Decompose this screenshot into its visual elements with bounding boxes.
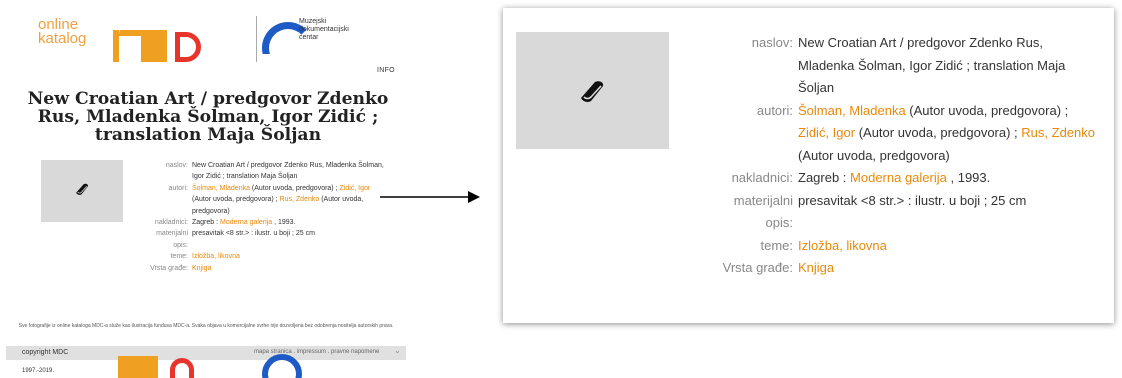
- copyright-note: Sve fotografije iz online kataloga MDC-a…: [18, 323, 394, 329]
- field-naslov: naslov: New Croatian Art / predgovor Zde…: [126, 160, 388, 183]
- field-label-line: opis:: [765, 215, 793, 230]
- field-vrsta-grade: Vrsta građe: Knjiga: [126, 263, 388, 274]
- field-label: teme:: [760, 237, 793, 253]
- footer-d-logo-graphic: [170, 358, 194, 378]
- field-label: nakladnici:: [731, 170, 793, 185]
- field-value: Knjiga: [192, 263, 388, 274]
- author-role: (Autor uvoda, predgovora) ;: [192, 196, 278, 204]
- author-link[interactable]: Rus, Zdenko: [1021, 125, 1095, 140]
- mdc-logo-line: centar: [299, 34, 319, 41]
- field-vrsta-grade: Vrsta građe: Knjiga: [699, 257, 1099, 280]
- book-icon: [577, 78, 607, 109]
- field-label-line: opis:: [173, 241, 188, 249]
- field-value: Izložba, likovna: [798, 235, 1099, 258]
- publisher-place: Zagreb :: [798, 170, 851, 185]
- footer-links[interactable]: mapa stranica . impressum . pravne napom…: [254, 349, 379, 355]
- field-value: Izložba, likovna: [192, 251, 388, 262]
- author-link[interactable]: Zidić, Igor: [340, 185, 371, 192]
- field-teme: teme: Izložba, likovna: [699, 235, 1099, 258]
- subject-link[interactable]: Izložba, likovna: [798, 238, 887, 253]
- field-label: teme:: [170, 253, 188, 261]
- field-autori: autori: Šolman, Mladenka (Autor uvoda, p…: [126, 183, 388, 217]
- online-katalog-logo[interactable]: online katalog: [38, 17, 87, 47]
- field-nakladnici: nakladnici: Zagreb : Moderna galerija , …: [126, 217, 388, 228]
- field-naslov: naslov: New Croatian Art / predgovor Zde…: [699, 32, 1099, 100]
- field-value: New Croatian Art / predgovor Zdenko Rus,…: [192, 162, 384, 181]
- publisher-year: , 1993.: [272, 219, 296, 227]
- cover-placeholder[interactable]: [516, 32, 669, 149]
- logo-text-line: katalog: [38, 30, 87, 47]
- record-details: naslov: New Croatian Art / predgovor Zde…: [699, 32, 1099, 280]
- record-title: New Croatian Art / predgovor Zdenko Rus,…: [27, 89, 389, 145]
- field-label: autori:: [168, 184, 188, 192]
- footer-m-logo-graphic: [118, 356, 158, 378]
- mdc-logo-line: dokumentacijski: [299, 26, 349, 33]
- field-materijalni-opis: materijalni opis: presavitak <8 str.> : …: [699, 190, 1099, 235]
- arrow-right-icon: [380, 191, 480, 203]
- book-icon: [74, 182, 90, 201]
- info-link[interactable]: INFO: [377, 67, 395, 74]
- author-link[interactable]: Šolman, Mladenka: [798, 103, 906, 118]
- publisher-link[interactable]: Moderna galerija: [850, 170, 947, 185]
- field-label: nakladnici:: [154, 219, 188, 227]
- publisher-link[interactable]: Moderna galerija: [220, 219, 272, 226]
- field-value: New Croatian Art / predgovor Zdenko Rus,…: [798, 35, 1066, 95]
- field-label-line: materijalni: [733, 192, 793, 208]
- field-label: materijalni opis:: [699, 190, 798, 235]
- mdc-logo-text[interactable]: Muzejski dokumentacijski centar: [299, 18, 349, 42]
- record-details: naslov: New Croatian Art / predgovor Zde…: [126, 160, 388, 274]
- author-role: (Autor uvoda, predgovora) ;: [249, 184, 338, 192]
- field-value: Šolman, Mladenka (Autor uvoda, predgovor…: [798, 100, 1099, 168]
- field-materijalni-opis: materijalni opis: presavitak <8 str.> : …: [126, 228, 388, 251]
- author-role: (Autor uvoda, predgovora) ;: [855, 125, 1018, 140]
- field-value: Šolman, Mladenka (Autor uvoda, predgovor…: [192, 183, 388, 217]
- mdc-m-logo-graphic: [113, 24, 203, 62]
- zoomed-record-panel: naslov: New Croatian Art / predgovor Zde…: [503, 8, 1114, 323]
- field-label: naslov:: [751, 35, 793, 50]
- publisher-year: , 1993.: [946, 170, 991, 185]
- footer-bar: copyright MDC mapa stranica . impressum …: [6, 346, 406, 360]
- type-link[interactable]: Knjiga: [192, 265, 211, 272]
- chevron-down-icon[interactable]: ⌄: [394, 346, 401, 355]
- field-value: presavitak <8 str.> : ilustr. u boji ; 2…: [192, 230, 315, 238]
- cover-placeholder[interactable]: [41, 160, 123, 222]
- author-link[interactable]: Zidić, Igor: [798, 125, 855, 140]
- footer-year: 1997.-2019.: [22, 368, 55, 374]
- field-value: Knjiga: [798, 257, 1099, 280]
- field-label-line: materijalni: [156, 230, 188, 238]
- field-value: Zagreb : Moderna galerija , 1993.: [798, 167, 1099, 190]
- type-link[interactable]: Knjiga: [798, 260, 834, 275]
- field-teme: teme: Izložba, likovna: [126, 251, 388, 262]
- field-value: Zagreb : Moderna galerija , 1993.: [192, 217, 388, 228]
- publisher-place: Zagreb :: [192, 219, 221, 227]
- field-label: autori:: [756, 102, 793, 118]
- field-autori: autori: Šolman, Mladenka (Autor uvoda, p…: [699, 100, 1099, 168]
- page-thumbnail: online katalog Muzejski dokumentacijski …: [0, 0, 412, 378]
- logo-divider: [256, 16, 257, 62]
- author-link[interactable]: Šolman, Mladenka: [192, 185, 250, 192]
- field-label: Vrsta građe:: [722, 260, 793, 275]
- field-nakladnici: nakladnici: Zagreb : Moderna galerija , …: [699, 167, 1099, 190]
- field-label: naslov:: [165, 162, 188, 169]
- copyright-text: copyright MDC: [22, 349, 69, 356]
- author-role: (Autor uvoda, predgovora): [798, 147, 950, 163]
- subject-link[interactable]: Izložba, likovna: [192, 253, 240, 260]
- author-link[interactable]: Rus, Zdenko: [280, 196, 320, 203]
- mdc-logo-line: Muzejski: [299, 18, 327, 25]
- field-value: presavitak <8 str.> : ilustr. u boji ; 2…: [798, 192, 1027, 208]
- field-label: materijalni opis:: [126, 228, 192, 251]
- field-label: Vrsta građe:: [150, 264, 188, 272]
- author-role: (Autor uvoda, predgovora) ;: [905, 102, 1069, 118]
